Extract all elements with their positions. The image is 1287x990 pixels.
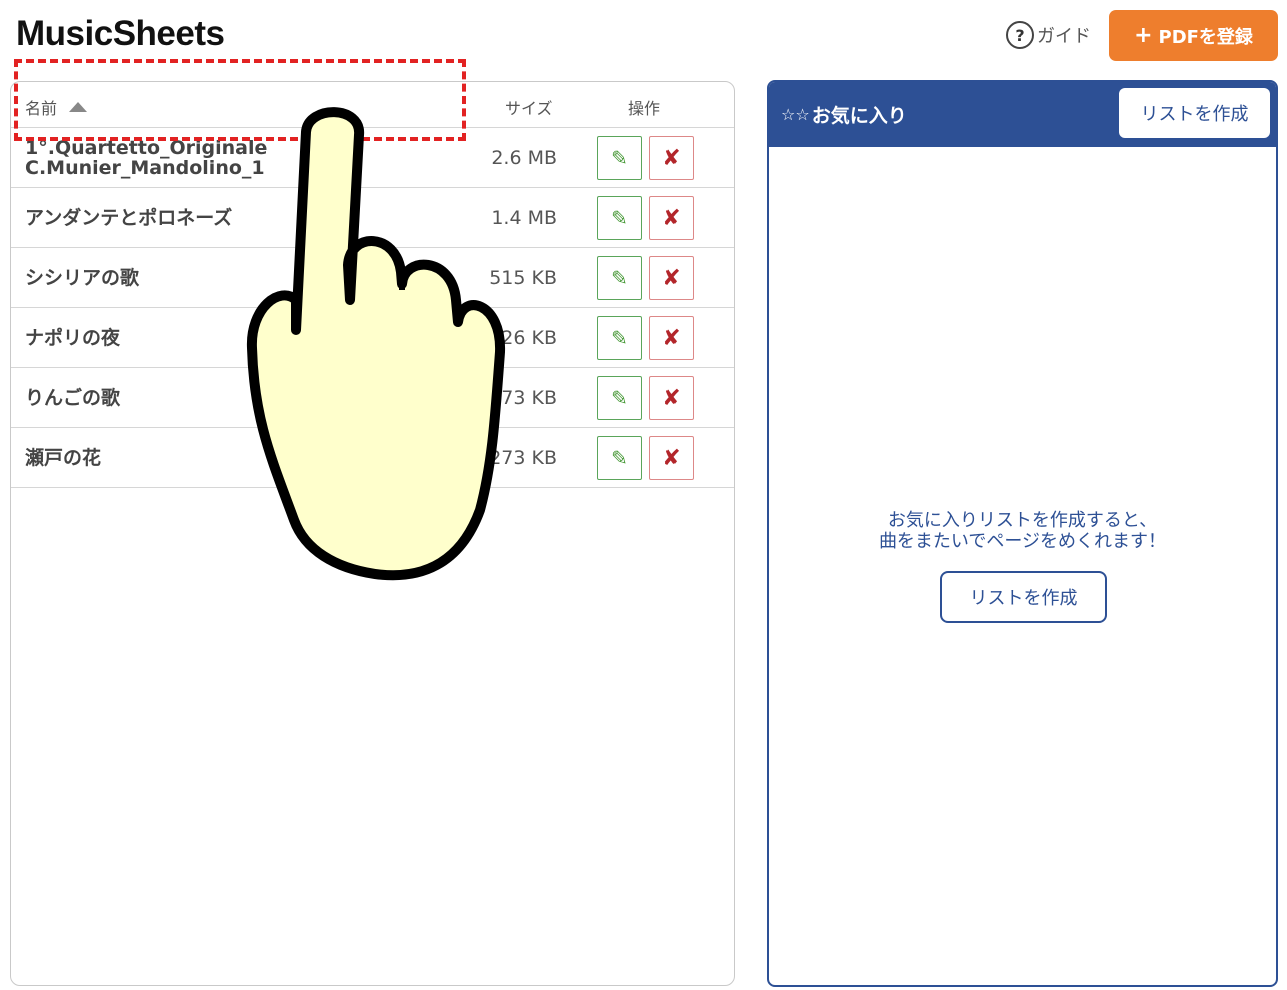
register-pdf-button[interactable]: + PDFを登録: [1109, 10, 1278, 61]
delete-button[interactable]: ✘: [649, 136, 694, 180]
file-size: 1.4 MB: [491, 206, 557, 229]
sort-by-name-header[interactable]: 名前: [25, 95, 88, 119]
file-row[interactable]: シシリアの歌 515 KB ✎ ✘: [11, 248, 734, 308]
size-column-header[interactable]: サイズ: [505, 95, 553, 119]
file-row[interactable]: 1°.Quartetto_Originale C.Munier_Mandolin…: [11, 128, 734, 188]
edit-button[interactable]: ✎: [597, 196, 642, 240]
plus-icon: +: [1134, 23, 1153, 48]
favorites-title-text: お気に入り: [811, 105, 907, 127]
edit-button[interactable]: ✎: [597, 376, 642, 420]
create-list-button[interactable]: リストを作成: [1119, 88, 1270, 138]
pencil-icon: ✎: [611, 386, 628, 410]
pencil-icon: ✎: [611, 326, 628, 350]
create-list-button-center[interactable]: リストを作成: [940, 571, 1107, 623]
close-icon: ✘: [662, 445, 681, 471]
pencil-icon: ✎: [611, 266, 628, 290]
file-row[interactable]: ナポリの夜 426 KB ✎ ✘: [11, 308, 734, 368]
file-name[interactable]: アンダンテとポロネーズ: [25, 188, 355, 247]
delete-button[interactable]: ✘: [649, 196, 694, 240]
file-row[interactable]: 瀬戸の花 273 KB ✎ ✘: [11, 428, 734, 488]
file-list-panel: 名前 サイズ 操作 1°.Quartetto_Originale C.Munie…: [10, 81, 735, 986]
delete-button[interactable]: ✘: [649, 436, 694, 480]
close-icon: ✘: [662, 145, 681, 171]
file-name[interactable]: ナポリの夜: [25, 308, 355, 367]
pencil-icon: ✎: [611, 146, 628, 170]
delete-button[interactable]: ✘: [649, 256, 694, 300]
sort-ascending-icon: [69, 102, 88, 112]
file-size: 426 KB: [489, 326, 557, 349]
edit-button[interactable]: ✎: [597, 136, 642, 180]
favorites-header: ☆☆ お気に入り リストを作成: [769, 82, 1276, 147]
close-icon: ✘: [662, 325, 681, 351]
guide-link[interactable]: ? ガイド: [1006, 20, 1091, 50]
file-row[interactable]: りんごの歌 273 KB ✎ ✘: [11, 368, 734, 428]
delete-button[interactable]: ✘: [649, 316, 694, 360]
file-name[interactable]: シシリアの歌: [25, 248, 355, 307]
file-name[interactable]: りんごの歌: [25, 368, 355, 427]
close-icon: ✘: [662, 205, 681, 231]
pencil-icon: ✎: [611, 206, 628, 230]
file-row[interactable]: アンダンテとポロネーズ 1.4 MB ✎ ✘: [11, 188, 734, 248]
favorites-title: ☆☆ お気に入り: [781, 101, 907, 128]
name-column-label: 名前: [25, 99, 58, 118]
close-icon: ✘: [662, 265, 681, 291]
edit-button[interactable]: ✎: [597, 256, 642, 300]
close-icon: ✘: [662, 385, 681, 411]
help-circle-icon: ?: [1006, 21, 1034, 49]
favorites-panel: ☆☆ お気に入り リストを作成 お気に入りリストを作成すると、 曲をまたいでペー…: [767, 80, 1278, 987]
file-size: 2.6 MB: [491, 146, 557, 169]
edit-button[interactable]: ✎: [597, 436, 642, 480]
delete-button[interactable]: ✘: [649, 376, 694, 420]
file-name[interactable]: 1°.Quartetto_Originale C.Munier_Mandolin…: [25, 128, 355, 187]
pencil-icon: ✎: [611, 446, 628, 470]
favorites-empty-message: お気に入りリストを作成すると、 曲をまたいでページをめくれます！: [878, 510, 1167, 552]
guide-label: ガイド: [1037, 26, 1091, 47]
register-pdf-label: PDFを登録: [1158, 26, 1253, 48]
app-title: MusicSheets: [16, 14, 225, 53]
operations-column-header: 操作: [628, 99, 661, 118]
file-list-header: 名前 サイズ 操作: [11, 82, 734, 128]
star-icon: ☆☆: [781, 105, 810, 124]
file-size: 515 KB: [489, 266, 557, 289]
edit-button[interactable]: ✎: [597, 316, 642, 360]
file-name[interactable]: 瀬戸の花: [25, 428, 355, 487]
file-size: 273 KB: [489, 446, 557, 469]
file-size: 273 KB: [489, 386, 557, 409]
